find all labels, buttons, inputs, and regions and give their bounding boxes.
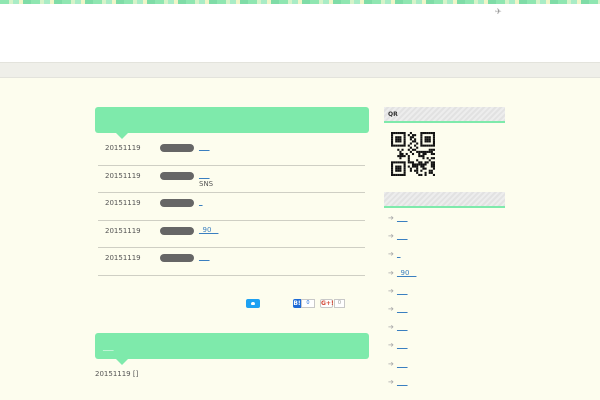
news-subtext: SNS [199,179,214,188]
twitter-share-button[interactable] [246,299,260,308]
news-item: 20151119 ___ [98,248,365,276]
sidebar-item-label[interactable]: ___ [397,305,408,313]
arrow-right-icon: ➔ [388,214,394,222]
news-category-tag[interactable] [160,254,194,263]
news-date: 20151119 [105,144,141,152]
sidebar-item[interactable]: ➔ ___ [384,286,505,304]
news-date: 20151119 [105,226,141,235]
sidebar-item[interactable]: ➔ _ [384,249,505,267]
arrow-right-icon: ➔ [388,304,394,313]
sidebar-list-header [384,192,505,208]
header-pointer [116,359,128,365]
news-category-tag[interactable] [160,171,194,180]
hatena-bookmark-count: 0 [301,299,315,308]
news-date: 20151119 [105,171,141,180]
news-link[interactable]: ___ [199,171,210,179]
sidebar-item-label[interactable]: ___ [397,232,408,240]
news-list: 20151119 ___ 20151119 ___ SNS 20151119 _… [98,138,365,276]
news-link[interactable]: _90__ [199,226,218,234]
arrow-right-icon: ➔ [388,377,394,386]
sidebar-item-label[interactable]: _90__ [397,269,416,277]
google-plus-button[interactable]: G+! [320,299,334,308]
sidebar-item[interactable]: ➔ ___ [384,322,505,340]
blog-post-date: 20151119 [] [95,370,139,378]
news-date: 20151119 [105,254,141,263]
plane-icon[interactable]: ✈ [495,7,505,17]
news-item: 20151119 _ [98,193,365,221]
arrow-right-icon: ➔ [388,341,394,350]
sidebar-item[interactable]: ➔ _90__ [384,268,505,286]
hatena-bookmark-button[interactable]: B! [293,299,301,308]
sidebar-item-label[interactable]: ___ [397,287,408,295]
sidebar-item-label[interactable]: _ [397,250,401,258]
arrow-right-icon: ➔ [388,268,394,277]
news-link[interactable]: ___ [199,253,210,261]
sidebar-item[interactable]: ➔ ___ [384,304,505,322]
news-date: 20151119 [105,199,141,208]
news-item: 20151119 ___ SNS [98,166,365,194]
google-plus-count: 0 [334,299,345,308]
qr-widget-title: QR [388,111,398,118]
sidebar-item[interactable]: ➔ ___ [384,231,505,249]
sidebar-link-list: ➔ ___ ➔ ___ ➔ _ ➔ _90__ ➔ ___ ➔ ___ ➔ ___ ➔ ___ … [384,213,505,395]
sidebar-item-label[interactable]: ___ [397,323,408,331]
qr-code-image [391,132,435,176]
qr-widget-header: QR [384,107,505,123]
news-link[interactable]: ___ [199,143,210,151]
news-category-tag[interactable] [160,199,194,208]
sidebar-item[interactable]: ➔ ___ [384,213,505,231]
arrow-right-icon: ➔ [388,323,394,332]
sidebar-item-label[interactable]: ___ [397,378,408,386]
sidebar-item-label[interactable]: ___ [397,214,408,222]
blog-section-header: ___ [95,333,369,365]
news-category-tag[interactable] [160,226,194,235]
arrow-right-icon: ➔ [388,232,394,241]
news-section-header [95,107,369,139]
site-header: ✈ [0,4,600,62]
news-link[interactable]: _ [199,198,203,206]
sidebar-item[interactable]: ➔ ___ [384,340,505,358]
blog-section-title[interactable]: ___ [103,343,114,351]
arrow-right-icon: ➔ [388,250,394,259]
sidebar-item[interactable]: ➔ ___ [384,377,505,395]
global-nav-bar [0,62,600,78]
news-item: 20151119 ___ [98,138,365,166]
arrow-right-icon: ➔ [388,286,394,295]
news-item: 20151119 _90__ [98,221,365,249]
sidebar-item-label[interactable]: ___ [397,360,408,368]
sidebar-item-label[interactable]: ___ [397,341,408,349]
arrow-right-icon: ➔ [388,359,394,368]
sidebar-item[interactable]: ➔ ___ [384,359,505,377]
news-category-tag[interactable] [160,144,194,152]
